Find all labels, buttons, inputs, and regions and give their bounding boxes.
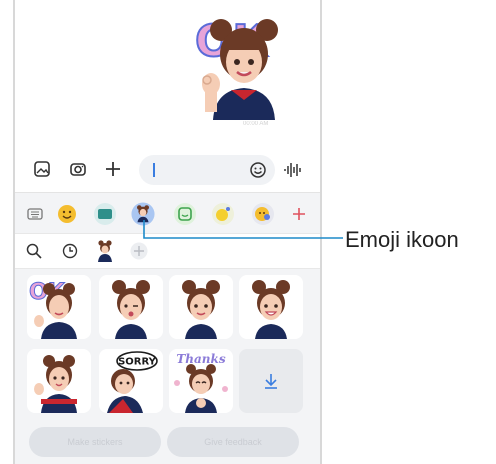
recent-icon[interactable] (61, 242, 79, 260)
sorry-text: SORRY (118, 357, 157, 368)
sticker-wink[interactable] (99, 275, 163, 339)
avatar-wave-art (34, 355, 77, 413)
avatar-grin-art (252, 280, 290, 339)
message-input[interactable] (139, 155, 275, 185)
search-icon[interactable] (25, 242, 43, 260)
callout-label: Emoji ikoon (345, 227, 459, 252)
sticker-smile[interactable] (169, 275, 233, 339)
voice-wave-icon[interactable] (283, 161, 303, 179)
camera-icon[interactable] (69, 160, 87, 178)
download-more-stickers[interactable] (239, 349, 303, 413)
download-icon (265, 374, 277, 389)
chat-area: OK 00:00 AM (15, 0, 320, 148)
callout-leader-line (143, 220, 343, 239)
give-feedback-button[interactable]: Give feedback (167, 427, 299, 457)
avatar-thumb[interactable] (95, 239, 115, 263)
avatar-smile-art (182, 280, 220, 339)
message-timestamp: 00:00 AM (243, 121, 269, 127)
smiley-icon[interactable] (249, 161, 267, 179)
ok-sticker-art: OK (194, 15, 278, 120)
text-cursor (153, 163, 155, 177)
gif-icon[interactable] (93, 202, 117, 226)
sticker-grid: OK (15, 267, 320, 427)
avatar-sorry-art: SORRY (107, 351, 158, 413)
message-composer (15, 148, 320, 192)
sticker-wave[interactable] (27, 349, 91, 413)
sticker-sorry[interactable]: SORRY (99, 349, 163, 413)
avatar-thanks-art: Thanks (174, 352, 228, 413)
sticker-ok[interactable]: OK (27, 275, 91, 339)
emoji-icon[interactable] (55, 202, 79, 226)
sent-sticker-ok[interactable]: OK (191, 10, 297, 120)
sticker-thanks[interactable]: Thanks (169, 349, 233, 413)
sticker-grin[interactable] (239, 275, 303, 339)
avatar-ok-art: OK (29, 280, 77, 339)
make-stickers-button[interactable]: Make stickers (29, 427, 161, 457)
avatar-wink-art (112, 280, 150, 339)
thanks-text: Thanks (176, 352, 225, 366)
image-icon[interactable] (33, 160, 51, 178)
keyboard-icon[interactable] (23, 202, 47, 226)
plus-icon[interactable] (103, 159, 123, 179)
